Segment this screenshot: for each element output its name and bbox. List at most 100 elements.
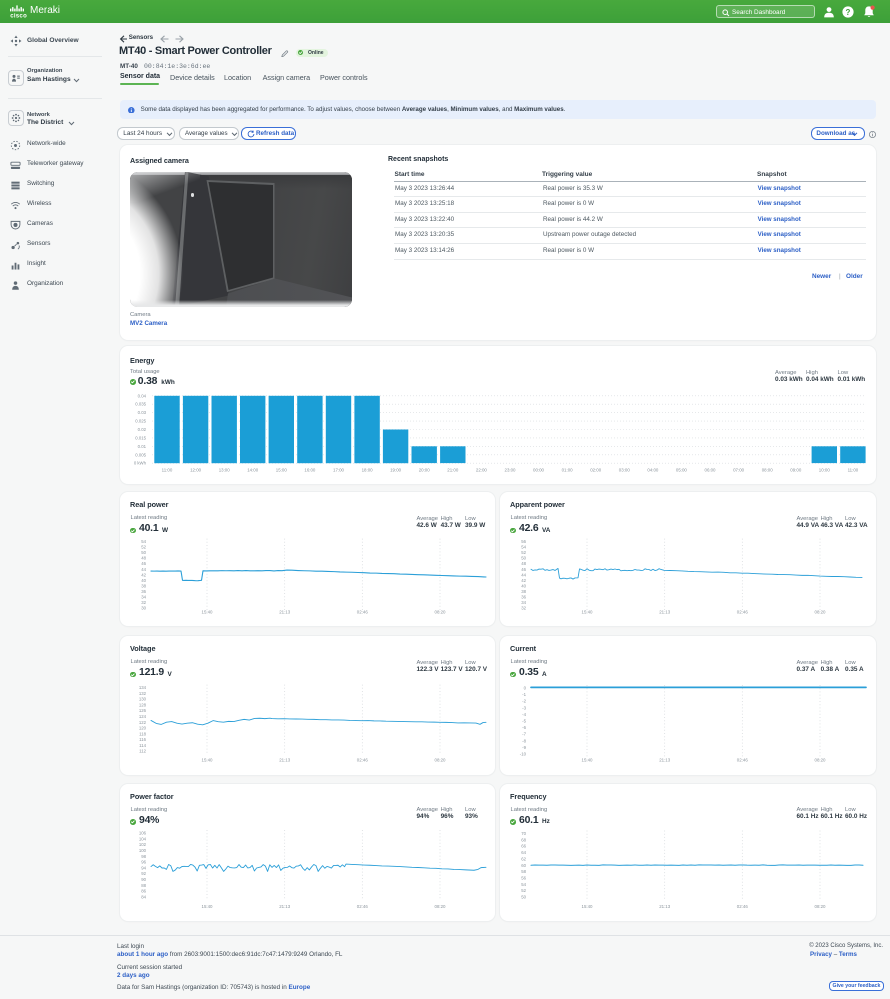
svg-text:03:00: 03:00	[619, 467, 631, 472]
svg-text:48: 48	[141, 556, 146, 561]
svg-text:56: 56	[521, 539, 526, 544]
svg-text:08:20: 08:20	[815, 610, 827, 615]
svg-text:48: 48	[521, 561, 526, 566]
svg-text:46: 46	[521, 567, 526, 572]
svg-text:50: 50	[521, 894, 526, 899]
svg-text:30: 30	[141, 605, 146, 610]
svg-text:128: 128	[139, 702, 147, 707]
svg-text:08:00: 08:00	[762, 467, 774, 472]
svg-text:-10: -10	[520, 752, 527, 757]
svg-text:120: 120	[139, 726, 147, 731]
svg-text:54: 54	[521, 545, 526, 550]
svg-text:90: 90	[141, 877, 146, 882]
svg-text:06:00: 06:00	[705, 467, 717, 472]
svg-text:40: 40	[521, 583, 526, 588]
svg-text:08:20: 08:20	[435, 758, 447, 763]
svg-text:38: 38	[521, 589, 526, 594]
svg-text:0.03: 0.03	[138, 410, 147, 415]
svg-text:15:40: 15:40	[582, 758, 594, 763]
svg-text:0.015: 0.015	[135, 435, 146, 440]
svg-text:130: 130	[139, 697, 147, 702]
svg-text:09:00: 09:00	[790, 467, 802, 472]
svg-text:13:00: 13:00	[219, 467, 231, 472]
svg-text:52: 52	[521, 888, 526, 893]
svg-text:00:00: 00:00	[533, 467, 545, 472]
svg-text:07:00: 07:00	[733, 467, 745, 472]
svg-text:02:46: 02:46	[737, 904, 749, 909]
svg-text:21:00: 21:00	[447, 467, 459, 472]
svg-text:66: 66	[521, 843, 526, 848]
svg-text:44: 44	[141, 567, 146, 572]
svg-text:08:20: 08:20	[815, 904, 827, 909]
svg-text:15:40: 15:40	[202, 758, 214, 763]
svg-text:02:46: 02:46	[737, 758, 749, 763]
svg-text:52: 52	[141, 545, 146, 550]
svg-text:40: 40	[141, 578, 146, 583]
svg-text:0 kWh: 0 kWh	[134, 461, 147, 466]
svg-text:-2: -2	[522, 699, 526, 704]
svg-text:19:00: 19:00	[390, 467, 402, 472]
svg-text:52: 52	[521, 550, 526, 555]
svg-text:20:00: 20:00	[419, 467, 431, 472]
svg-text:21:13: 21:13	[659, 904, 671, 909]
svg-text:36: 36	[521, 594, 526, 599]
svg-text:02:46: 02:46	[737, 610, 749, 615]
svg-text:122: 122	[139, 720, 147, 725]
svg-text:132: 132	[139, 691, 147, 696]
svg-text:15:00: 15:00	[276, 467, 288, 472]
svg-text:-5: -5	[522, 719, 526, 724]
svg-text:-7: -7	[522, 732, 526, 737]
svg-text:21:13: 21:13	[279, 610, 291, 615]
svg-text:60: 60	[521, 862, 526, 867]
svg-text:-8: -8	[522, 738, 526, 743]
svg-text:50: 50	[141, 550, 146, 555]
svg-text:34: 34	[141, 594, 146, 599]
svg-text:-4: -4	[522, 712, 526, 717]
svg-text:-9: -9	[522, 745, 526, 750]
svg-text:0.02: 0.02	[138, 427, 147, 432]
svg-text:32: 32	[521, 605, 526, 610]
svg-text:100: 100	[139, 847, 147, 852]
svg-text:42: 42	[521, 578, 526, 583]
svg-text:126: 126	[139, 708, 147, 713]
svg-text:02:46: 02:46	[357, 758, 369, 763]
svg-text:0.04: 0.04	[138, 393, 147, 398]
svg-text:15:40: 15:40	[202, 904, 214, 909]
svg-text:02:46: 02:46	[357, 904, 369, 909]
svg-text:118: 118	[139, 731, 146, 736]
svg-text:56: 56	[521, 875, 526, 880]
svg-text:21:13: 21:13	[279, 758, 291, 763]
svg-text:15:40: 15:40	[582, 610, 594, 615]
svg-text:0: 0	[524, 686, 527, 691]
svg-text:21:13: 21:13	[659, 610, 671, 615]
svg-text:14:00: 14:00	[247, 467, 259, 472]
svg-text:-1: -1	[522, 692, 526, 697]
svg-text:05:00: 05:00	[676, 467, 688, 472]
svg-text:36: 36	[141, 589, 146, 594]
svg-text:104: 104	[139, 836, 147, 841]
svg-text:0.025: 0.025	[135, 419, 146, 424]
svg-text:02:46: 02:46	[357, 610, 369, 615]
svg-text:112: 112	[139, 749, 146, 754]
svg-text:cisco: cisco	[10, 13, 27, 18]
svg-text:62: 62	[521, 856, 526, 861]
svg-text:-3: -3	[522, 705, 526, 710]
svg-text:38: 38	[141, 583, 146, 588]
svg-text:10:00: 10:00	[819, 467, 831, 472]
svg-text:96: 96	[141, 859, 146, 864]
svg-text:116: 116	[139, 737, 146, 742]
svg-text:46: 46	[141, 561, 146, 566]
svg-text:54: 54	[141, 539, 146, 544]
svg-text:98: 98	[141, 853, 146, 858]
svg-text:11:00: 11:00	[848, 467, 859, 472]
svg-text:0.01: 0.01	[138, 444, 147, 449]
svg-text:70: 70	[521, 831, 526, 836]
svg-text:16:00: 16:00	[304, 467, 316, 472]
svg-text:11:00: 11:00	[162, 467, 173, 472]
svg-text:08:20: 08:20	[435, 904, 447, 909]
svg-text:12:00: 12:00	[190, 467, 202, 472]
svg-text:124: 124	[139, 714, 147, 719]
svg-text:15:40: 15:40	[582, 904, 594, 909]
svg-text:34: 34	[521, 600, 526, 605]
svg-text:134: 134	[139, 685, 147, 690]
